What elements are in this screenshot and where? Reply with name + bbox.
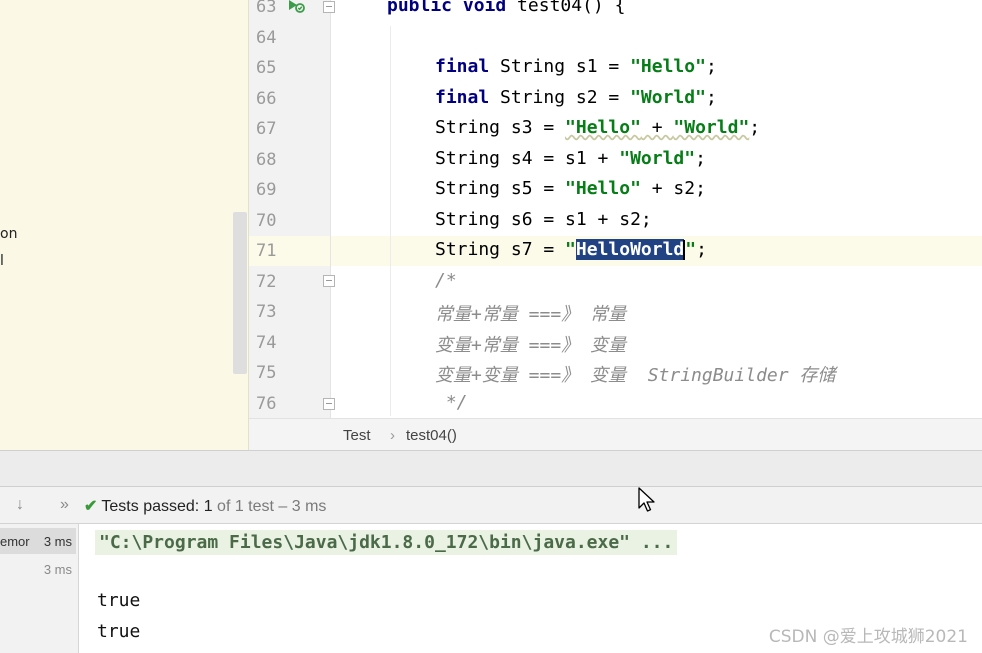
keyword: final	[435, 56, 490, 77]
code-line-69: String s5 = "Hello" + s2;	[435, 178, 706, 199]
more-icon[interactable]: »	[60, 496, 69, 514]
selected-text[interactable]: HelloWorld	[575, 239, 685, 260]
comment-line: /*	[435, 270, 457, 291]
breadcrumb-method[interactable]: test04()	[406, 427, 457, 444]
keyword: final	[435, 87, 490, 108]
test-time: 3 ms	[43, 562, 72, 577]
status-label: Tests passed:	[101, 498, 204, 515]
breadcrumb: Test › test04()	[249, 418, 982, 450]
test-tree: emor 3 ms 3 ms	[0, 524, 79, 653]
arrow-down-icon[interactable]: ↓	[16, 496, 24, 514]
watermark: CSDN @爱上攻城狮2021	[768, 627, 968, 647]
panel-splitter[interactable]	[0, 450, 982, 486]
code-text: String s1 =	[489, 56, 631, 77]
string-literal: "Hello"	[630, 56, 706, 77]
test-duration: – 3 ms	[273, 498, 327, 515]
check-icon: ✔	[84, 498, 98, 515]
total-tests: of 1 test	[212, 498, 274, 515]
comment-line: */	[435, 392, 468, 413]
code-text: String s3 =	[435, 117, 566, 138]
comment-line: 变量+常量 ===》 变量	[435, 335, 627, 356]
code-line-66: final String s2 = "World";	[435, 87, 717, 108]
passed-count: 1	[203, 498, 213, 515]
code-line-63: public void test04() {	[387, 0, 625, 16]
breadcrumb-class[interactable]: Test	[343, 427, 371, 444]
code-text: String s5 =	[435, 178, 566, 199]
mouse-cursor-icon	[638, 487, 655, 512]
comment-line: 常量+常量 ===》 常量	[435, 304, 627, 325]
test-name: emor	[0, 534, 30, 549]
code-line-68: String s4 = s1 + "World";	[435, 148, 706, 169]
string-literal: "World"	[673, 117, 750, 138]
keyword: public void	[387, 0, 507, 16]
code-text: ;	[705, 87, 717, 108]
string-literal: "World"	[619, 148, 696, 169]
code-text: String s2 =	[489, 87, 631, 108]
code-text: test04() {	[506, 0, 626, 16]
code-editor[interactable]: public void test04() { final String s1 =…	[0, 0, 982, 418]
code-line-65: final String s1 = "Hello";	[435, 56, 717, 77]
code-text: String s7 =	[435, 239, 566, 260]
test-tree-row[interactable]: emor 3 ms	[0, 528, 76, 554]
code-text: +	[640, 117, 674, 138]
code-text: ;	[695, 148, 706, 169]
code-text: String s6 = s1 + s2;	[435, 209, 652, 230]
code-text: ;	[749, 117, 761, 138]
warning-span: "Hello" + "World"	[565, 117, 749, 138]
code-text: String s4 = s1 +	[435, 148, 620, 169]
string-literal: "	[685, 239, 697, 260]
code-line-70: String s6 = s1 + s2;	[435, 209, 652, 230]
comment-line: 变量+变量 ===》 变量 StringBuilder 存储	[435, 365, 836, 386]
chevron-right-icon: ›	[390, 427, 395, 444]
test-tree-row[interactable]: 3 ms	[0, 556, 76, 582]
run-toolbar: ↓ » ✔ Tests passed: 1 of 1 test – 3 ms	[0, 486, 982, 524]
console-command: "C:\Program Files\Java\jdk1.8.0_172\bin\…	[95, 530, 678, 555]
code-line-71: String s7 = "HelloWorld";	[435, 239, 707, 260]
string-literal: "Hello"	[565, 117, 641, 138]
code-text: + s2;	[640, 178, 706, 199]
code-text: ;	[705, 56, 717, 77]
code-text: ;	[696, 239, 707, 260]
string-literal: "World"	[630, 87, 706, 108]
console-line: true	[97, 621, 141, 642]
string-literal: "	[565, 239, 576, 260]
string-literal: "Hello"	[565, 178, 641, 199]
test-time: 3 ms	[43, 534, 72, 549]
test-status: ✔ Tests passed: 1 of 1 test – 3 ms	[84, 496, 326, 516]
code-line-67: String s3 = "Hello" + "World";	[435, 117, 760, 138]
console-line: true	[97, 590, 141, 611]
